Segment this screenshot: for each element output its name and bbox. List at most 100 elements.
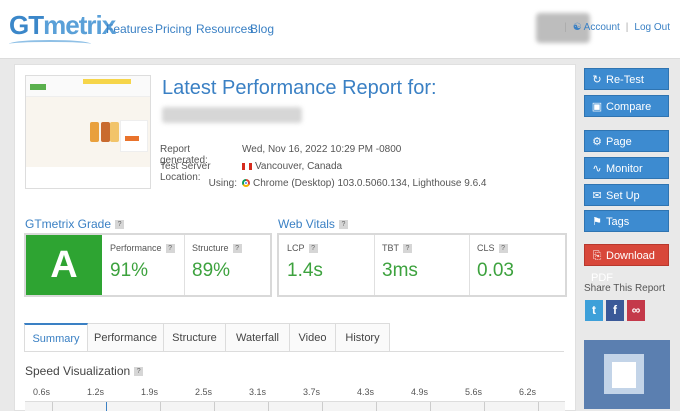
twitter-icon[interactable]: t bbox=[585, 300, 603, 321]
download-pdf-button[interactable]: ⎘ Download PDF bbox=[584, 244, 669, 284]
grade-section-title: GTmetrix Grade? bbox=[25, 217, 125, 231]
tab-summary[interactable]: Summary bbox=[24, 323, 88, 351]
cls-label-row: CLS? bbox=[477, 243, 508, 254]
help-icon[interactable]: ? bbox=[232, 244, 242, 254]
sidebar-promo-graphic[interactable] bbox=[584, 340, 670, 409]
vitals-box: LCP? 1.4s TBT? 3ms CLS? 0.03 bbox=[277, 233, 567, 297]
logout-link[interactable]: Log Out bbox=[634, 22, 670, 33]
using-row: Chrome (Desktop) 103.0.5060.134, Lightho… bbox=[242, 178, 487, 189]
page-screenshot-thumbnail[interactable] bbox=[25, 75, 151, 189]
compare-button[interactable]: ▣ Compare bbox=[584, 95, 669, 117]
frame-marker bbox=[376, 402, 377, 411]
using-label: Using: bbox=[208, 178, 237, 189]
help-icon[interactable]: ? bbox=[498, 244, 508, 254]
help-icon[interactable]: ? bbox=[403, 244, 412, 254]
tags-label: Tags bbox=[606, 216, 630, 228]
frame-marker bbox=[268, 402, 269, 411]
logo-gt: GT bbox=[9, 10, 44, 40]
grade-box: A Performance? 91% Structure? 89% bbox=[24, 233, 272, 297]
canada-flag-icon bbox=[242, 162, 252, 170]
tbt-label: TBT bbox=[382, 243, 399, 253]
nav-resources[interactable]: Resources bbox=[196, 22, 253, 36]
thumb-logo bbox=[30, 84, 46, 90]
tag-icon: ⚑ bbox=[592, 216, 602, 228]
frame-marker bbox=[430, 402, 431, 411]
performance-label: Performance bbox=[110, 243, 162, 253]
generated-value: Wed, Nov 16, 2022 10:29 PM -0800 bbox=[242, 144, 402, 155]
speed-title: Speed Visualization bbox=[25, 364, 131, 378]
tab-history[interactable]: History bbox=[336, 323, 390, 351]
frame-marker bbox=[52, 402, 53, 411]
share-title: Share This Report bbox=[584, 283, 665, 294]
set-up-alerts-button[interactable]: ✉Set Up Alerts bbox=[584, 184, 669, 224]
retest-button[interactable]: ↻ Re-Test bbox=[584, 68, 669, 90]
vitals-section-title: Web Vitals? bbox=[278, 217, 348, 231]
tick-label: 1.9s bbox=[141, 387, 159, 397]
tbt-value: 3ms bbox=[382, 260, 418, 281]
tab-structure[interactable]: Structure bbox=[164, 323, 226, 351]
lcp-label-row: LCP? bbox=[287, 243, 318, 254]
tbt-cell: TBT? 3ms bbox=[374, 235, 469, 295]
account-links: | ☯ Account | Log Out bbox=[558, 22, 670, 33]
thumb-product bbox=[90, 122, 99, 142]
page-settings-button[interactable]: ⚙Page Settings bbox=[584, 130, 669, 170]
thumb-card-button bbox=[125, 136, 139, 141]
bell-icon: ✉ bbox=[592, 190, 602, 202]
account-icon: ☯ bbox=[572, 22, 582, 33]
speed-frames-strip[interactable] bbox=[25, 401, 565, 411]
grade-title: GTmetrix Grade bbox=[25, 217, 112, 231]
cls-cell: CLS? 0.03 bbox=[469, 235, 563, 295]
report-title: Latest Performance Report for: bbox=[162, 77, 437, 99]
structure-label-row: Structure? bbox=[192, 243, 242, 254]
report-url[interactable] bbox=[162, 107, 302, 123]
frame-marker bbox=[214, 402, 215, 411]
facebook-icon[interactable]: f bbox=[606, 300, 624, 321]
account-link[interactable]: Account bbox=[584, 22, 620, 33]
cls-value: 0.03 bbox=[477, 260, 514, 281]
separator: | bbox=[564, 22, 567, 33]
using-value: Chrome (Desktop) 103.0.5060.134, Lightho… bbox=[253, 178, 487, 189]
tick-label: 4.3s bbox=[357, 387, 375, 397]
structure-value: 89% bbox=[192, 260, 231, 281]
pulse-icon: ∿ bbox=[592, 163, 602, 175]
nav-features[interactable]: Features bbox=[106, 22, 153, 36]
help-icon[interactable]: ? bbox=[308, 244, 318, 254]
nav-pricing[interactable]: Pricing bbox=[155, 22, 192, 36]
tick-label: 1.2s bbox=[87, 387, 105, 397]
frame-marker bbox=[484, 402, 485, 411]
link-icon[interactable]: ∞ bbox=[627, 300, 645, 321]
nav-blog[interactable]: Blog bbox=[250, 22, 274, 36]
promo-page bbox=[612, 362, 636, 388]
cls-label: CLS bbox=[477, 243, 495, 253]
tick-label: 4.9s bbox=[411, 387, 429, 397]
monitor-button[interactable]: ∿ Monitor bbox=[584, 157, 669, 179]
tick-label: 3.1s bbox=[249, 387, 267, 397]
performance-value: 91% bbox=[110, 260, 149, 281]
frame-marker bbox=[322, 402, 323, 411]
tab-performance[interactable]: Performance bbox=[88, 323, 164, 351]
vitals-title: Web Vitals bbox=[278, 217, 335, 231]
frame-marker bbox=[160, 402, 161, 411]
tick-label: 3.7s bbox=[303, 387, 321, 397]
tab-waterfall[interactable]: Waterfall bbox=[226, 323, 290, 351]
tick-label: 5.6s bbox=[465, 387, 483, 397]
help-icon[interactable]: ? bbox=[115, 220, 125, 230]
compare-icon: ▣ bbox=[591, 101, 603, 113]
lcp-cell: LCP? 1.4s bbox=[279, 235, 374, 295]
grade-letter: A bbox=[26, 235, 102, 295]
tab-video[interactable]: Video bbox=[290, 323, 336, 351]
separator: | bbox=[625, 22, 629, 33]
thumb-product bbox=[110, 122, 119, 142]
tick-label: 0.6s bbox=[33, 387, 51, 397]
lcp-label: LCP bbox=[287, 243, 305, 253]
help-icon[interactable]: ? bbox=[338, 220, 348, 230]
structure-cell: Structure? 89% bbox=[184, 235, 268, 295]
speed-visualization-title: Speed Visualization? bbox=[25, 364, 144, 378]
help-icon[interactable]: ? bbox=[165, 244, 175, 254]
tick-label: 2.5s bbox=[195, 387, 213, 397]
tbt-label-row: TBT? bbox=[382, 243, 412, 254]
tags-button[interactable]: ⚑ Tags bbox=[584, 210, 669, 232]
help-icon[interactable]: ? bbox=[134, 367, 144, 377]
report-tabs: Summary Performance Structure Waterfall … bbox=[24, 323, 564, 352]
gtmetrix-logo[interactable]: GTmetrix bbox=[9, 10, 116, 42]
